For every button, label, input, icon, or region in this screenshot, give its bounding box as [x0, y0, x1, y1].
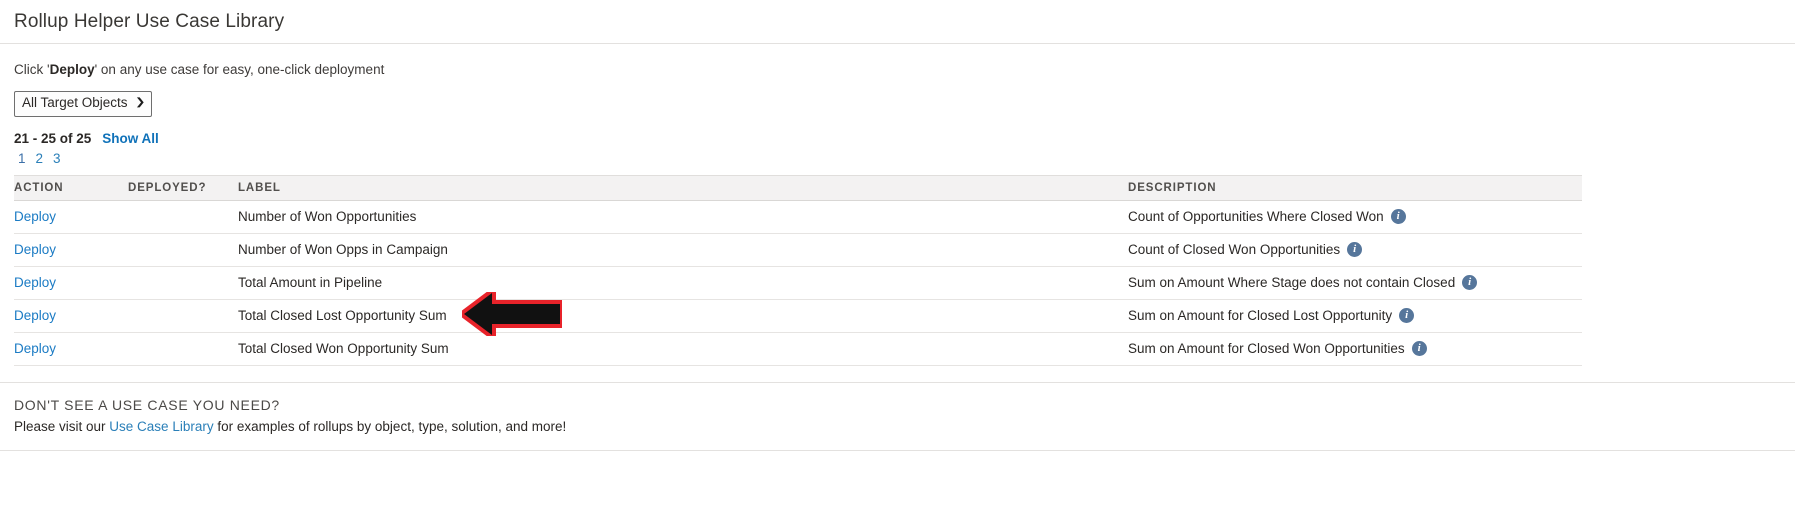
chevron-down-icon: ❯: [134, 97, 146, 109]
table-header: ACTION DEPLOYED? LABEL DESCRIPTION: [14, 174, 1582, 201]
cell-description: Sum on Amount for Closed Lost Opportunit…: [1128, 299, 1582, 333]
filter-row: All Target Objects ❯: [14, 91, 1795, 117]
table-row: Deploy Total Closed Won Opportunity Sum …: [14, 332, 1582, 366]
page-link-3[interactable]: 3: [53, 151, 61, 166]
deploy-link[interactable]: Deploy: [14, 308, 56, 323]
cell-label: Total Closed Lost Opportunity Sum: [238, 299, 1128, 333]
pagination-summary: 21 - 25 of 25 Show All: [14, 131, 1795, 146]
cell-deployed: [128, 332, 238, 366]
cell-label: Number of Won Opportunities: [238, 200, 1128, 234]
table-row: Deploy Number of Won Opps in Campaign Co…: [14, 233, 1582, 267]
use-case-library-link[interactable]: Use Case Library: [109, 419, 213, 434]
table-header-row: ACTION DEPLOYED? LABEL DESCRIPTION: [14, 174, 1582, 201]
footer-text: Please visit our Use Case Library for ex…: [14, 419, 1795, 434]
deploy-link[interactable]: Deploy: [14, 341, 56, 356]
page-title-bar: Rollup Helper Use Case Library: [0, 0, 1795, 44]
info-icon[interactable]: i: [1347, 241, 1363, 257]
cell-action: Deploy: [14, 332, 128, 366]
cell-label: Number of Won Opps in Campaign: [238, 233, 1128, 267]
cell-deployed: [128, 233, 238, 267]
info-icon[interactable]: i: [1390, 208, 1406, 224]
footer-text-suffix: for examples of rollups by object, type,…: [213, 418, 567, 434]
cell-deployed: [128, 266, 238, 300]
info-icon[interactable]: i: [1462, 274, 1478, 290]
content-area: Click 'Deploy' on any use case for easy,…: [0, 44, 1795, 366]
table-row: Deploy Total Closed Lost Opportunity Sum…: [14, 299, 1582, 333]
table-body: Deploy Number of Won Opportunities Count…: [14, 200, 1582, 366]
target-object-select-value: All Target Objects: [22, 95, 128, 110]
column-header-action: ACTION: [14, 174, 128, 201]
info-icon[interactable]: i: [1411, 340, 1427, 356]
page-link-1[interactable]: 1: [18, 151, 26, 166]
column-header-deployed: DEPLOYED?: [128, 174, 238, 201]
footer-section: DON'T SEE A USE CASE YOU NEED? Please vi…: [0, 381, 1795, 451]
cell-action: Deploy: [14, 200, 128, 234]
column-header-description: DESCRIPTION: [1128, 174, 1582, 201]
cell-description: Sum on Amount for Closed Won Opportuniti…: [1128, 332, 1582, 366]
show-all-link[interactable]: Show All: [102, 131, 159, 146]
instruction-prefix: Click ': [14, 62, 50, 77]
deploy-link[interactable]: Deploy: [14, 242, 56, 257]
cell-description: Count of Opportunities Where Closed Won …: [1128, 200, 1582, 234]
instruction-suffix: ' on any use case for easy, one-click de…: [94, 62, 385, 77]
instruction-text: Click 'Deploy' on any use case for easy,…: [14, 62, 1795, 77]
cell-action: Deploy: [14, 266, 128, 300]
description-text: Sum on Amount for Closed Lost Opportunit…: [1128, 307, 1393, 323]
description-text: Sum on Amount Where Stage does not conta…: [1128, 274, 1456, 290]
deploy-link[interactable]: Deploy: [14, 275, 56, 290]
cell-description: Sum on Amount Where Stage does not conta…: [1128, 266, 1582, 300]
cell-deployed: [128, 200, 238, 234]
instruction-emphasis: Deploy: [49, 62, 95, 77]
description-text: Sum on Amount for Closed Won Opportuniti…: [1128, 340, 1405, 356]
page-title: Rollup Helper Use Case Library: [14, 10, 285, 32]
footer-heading: DON'T SEE A USE CASE YOU NEED?: [14, 396, 280, 413]
cell-description: Count of Closed Won Opportunities i: [1128, 233, 1582, 267]
target-object-select[interactable]: All Target Objects ❯: [14, 91, 152, 117]
page-link-2[interactable]: 2: [36, 151, 44, 166]
cell-label: Total Amount in Pipeline: [238, 266, 1128, 300]
use-case-table: ACTION DEPLOYED? LABEL DESCRIPTION Deplo…: [14, 174, 1582, 366]
description-text: Count of Closed Won Opportunities: [1128, 241, 1341, 257]
description-text: Count of Opportunities Where Closed Won: [1128, 208, 1384, 224]
deploy-link[interactable]: Deploy: [14, 209, 56, 224]
cell-label: Total Closed Won Opportunity Sum: [238, 332, 1128, 366]
cell-action: Deploy: [14, 233, 128, 267]
cell-action: Deploy: [14, 299, 128, 333]
pagination-pages: 1 2 3: [14, 151, 1795, 166]
table-row: Deploy Number of Won Opportunities Count…: [14, 200, 1582, 234]
column-header-label: LABEL: [238, 174, 1128, 201]
table-row: Deploy Total Amount in Pipeline Sum on A…: [14, 266, 1582, 300]
cell-deployed: [128, 299, 238, 333]
footer-text-prefix: Please visit our: [14, 418, 110, 434]
info-icon[interactable]: i: [1399, 307, 1415, 323]
record-range-label: 21 - 25 of 25: [14, 130, 92, 146]
